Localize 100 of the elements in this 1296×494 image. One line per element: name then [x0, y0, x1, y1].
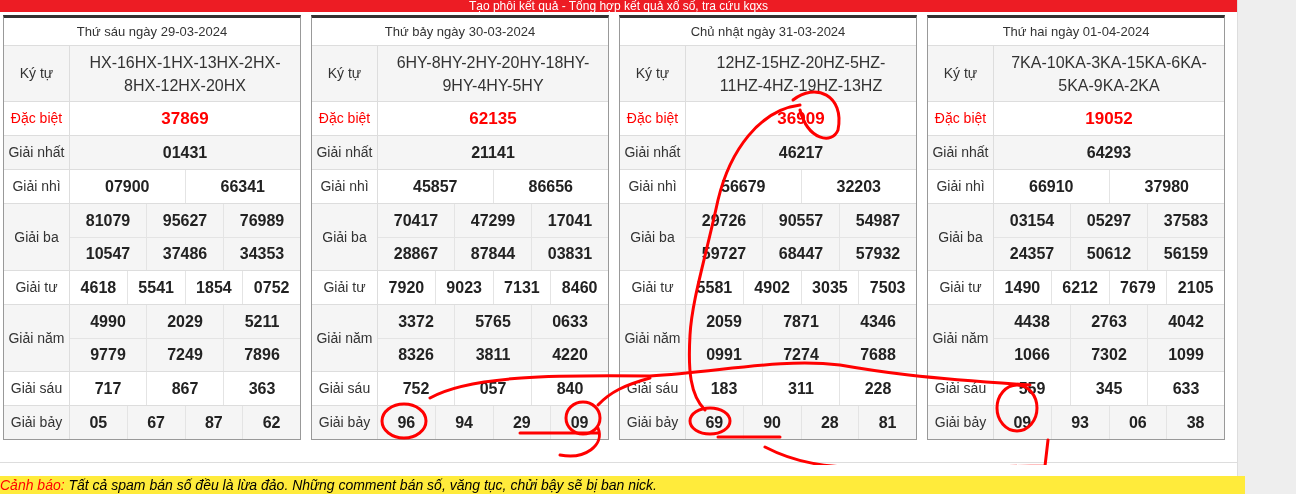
prize-label: Giải ba: [630, 227, 675, 247]
prize-number: 03154: [1009, 210, 1055, 231]
prize-number: 70417: [393, 210, 439, 231]
prize-number: 867: [171, 378, 199, 399]
prize-number: 345: [1095, 378, 1123, 399]
prize-number: 86656: [528, 176, 573, 197]
prize-number: 363: [248, 378, 276, 399]
prize-number: 93: [1071, 412, 1089, 433]
prize-number: 4042: [1168, 311, 1204, 332]
prize-number: 4618: [80, 277, 117, 298]
prize-label: Giải bảy: [10, 413, 63, 432]
prize-number: 87844: [470, 244, 516, 264]
prize-number: 37980: [1144, 176, 1189, 197]
prize-number: 67: [147, 412, 165, 433]
prize-number: 64293: [1086, 142, 1132, 163]
prize-label: Đặc biệt: [934, 109, 987, 128]
prize-number: 0991: [706, 345, 742, 365]
prize-number: 8326: [398, 345, 434, 365]
prize-label: Giải tư: [15, 278, 58, 297]
prize-number: 95627: [162, 210, 208, 231]
prize-number: 03831: [547, 244, 593, 264]
prize-number: 05297: [1086, 210, 1132, 231]
prize-number: 183: [710, 378, 738, 399]
prize-number: 10547: [85, 244, 131, 264]
prize-number: 28: [820, 412, 839, 433]
prize-number: 1490: [1004, 277, 1041, 298]
prize-label: Giải nhì: [936, 177, 985, 196]
prize-label: Giải nhất: [316, 143, 373, 162]
prize-number: 4346: [860, 311, 896, 332]
prize-number: 1854: [196, 277, 232, 298]
prize-number: 76989: [239, 210, 285, 231]
prize-number: 19052: [1085, 107, 1133, 130]
prize-number: 311: [788, 378, 814, 399]
prize-number: 057: [479, 378, 507, 399]
prize-number: 633: [1172, 378, 1200, 399]
prize-number: 3811: [475, 345, 511, 365]
prize-number: 2763: [1091, 311, 1127, 332]
table-title: Thứ bảy ngày 30-03-2024: [384, 22, 536, 41]
prize-label: Giải ba: [14, 227, 59, 247]
prize-number: 37486: [162, 244, 208, 264]
prize-number: 7274: [783, 345, 819, 365]
prize-number: 09: [570, 412, 589, 433]
prize-number: 34353: [239, 244, 285, 264]
prize-number: 24357: [1009, 244, 1055, 264]
prize-label: Giải bảy: [626, 413, 679, 432]
prize-number: 1099: [1168, 345, 1204, 365]
code-label: Ký tự: [327, 64, 362, 83]
prize-number: 8460: [561, 277, 598, 298]
prize-label: Giải bảy: [318, 413, 371, 432]
prize-number: 29: [512, 412, 531, 433]
table-title: Chủ nhật ngày 31-03-2024: [690, 22, 846, 41]
prize-number: 7302: [1091, 345, 1127, 365]
prize-number: 62135: [469, 107, 517, 130]
prize-number: 7871: [783, 311, 819, 332]
prize-label: Giải nhì: [628, 177, 677, 196]
prize-number: 9779: [90, 345, 126, 365]
prize-label: Giải sáu: [318, 379, 371, 398]
prize-label: Giải tư: [939, 278, 982, 297]
prize-number: 7249: [167, 345, 203, 365]
prize-number: 3035: [812, 277, 848, 298]
prize-number: 0752: [253, 277, 290, 298]
prize-number: 7688: [860, 345, 896, 365]
prize-label: Giải năm: [8, 328, 65, 348]
prize-number: 94: [455, 412, 473, 433]
prize-number: 81: [878, 412, 897, 433]
prize-number: 17041: [547, 210, 593, 231]
prize-number: 840: [556, 378, 584, 399]
prize-number: 5541: [138, 277, 174, 298]
prize-number: 46217: [778, 142, 824, 163]
draw-codes: 12HZ-15HZ-20HZ-5HZ-11HZ-4HZ-19HZ-13HZ: [715, 52, 887, 96]
prize-label: Đặc biệt: [318, 109, 371, 128]
prize-label: Giải ba: [322, 227, 367, 247]
pen-circle-mark: [688, 406, 732, 436]
prize-number: 06: [1128, 412, 1147, 433]
prize-number: 4220: [552, 345, 588, 365]
prize-number: 68447: [778, 244, 824, 264]
prize-label: Giải tư: [323, 278, 366, 297]
prize-number: 69: [705, 412, 724, 433]
prize-number: 28867: [393, 244, 439, 264]
prize-number: 717: [94, 378, 122, 399]
prize-number: 45857: [413, 176, 458, 197]
prize-label: Đặc biệt: [10, 109, 63, 128]
prize-label: Giải nhì: [320, 177, 369, 196]
prize-number: 66341: [220, 176, 265, 197]
prize-number: 3372: [398, 311, 434, 332]
prize-number: 7896: [244, 345, 280, 365]
prize-label: Giải bảy: [934, 413, 987, 432]
prize-number: 7920: [388, 277, 425, 298]
prize-number: 4438: [1014, 311, 1050, 332]
prize-number: 2105: [1177, 277, 1214, 298]
table-title: Thứ sáu ngày 29-03-2024: [76, 22, 228, 41]
prize-number: 32203: [836, 176, 881, 197]
prize-number: 50612: [1086, 244, 1132, 264]
prize-number: 01431: [162, 142, 208, 163]
warning-text: Cảnh báo: Tất cả spam bán số đều là lừa đảo. Những comment bán số, văng tục, chửi bậy sẽ bị ban nick.: [0, 475, 657, 494]
prize-number: 38: [1186, 412, 1205, 433]
prize-number: 228: [864, 378, 892, 399]
prize-label: Giải năm: [932, 328, 989, 348]
prize-number: 9023: [446, 277, 482, 298]
prize-label: Đặc biệt: [626, 109, 679, 128]
